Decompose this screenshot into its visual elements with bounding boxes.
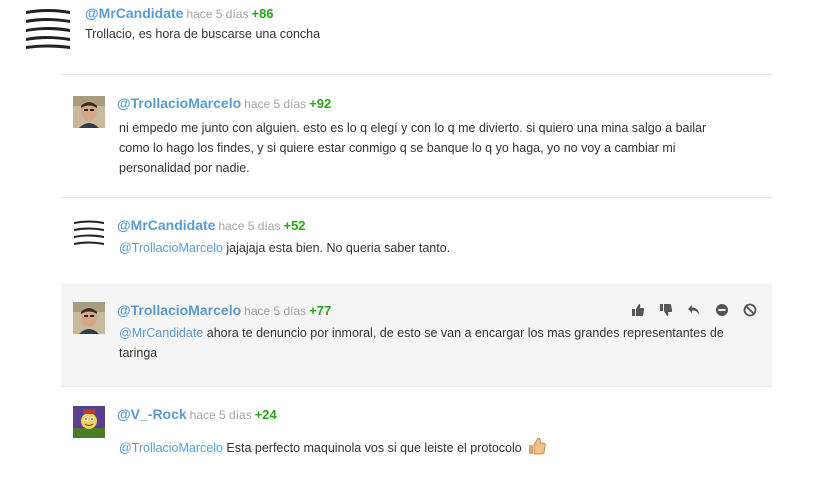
striped-logo-avatar-icon — [24, 5, 72, 51]
avatar[interactable] — [73, 96, 105, 128]
score-badge: +77 — [309, 303, 332, 318]
username-link[interactable]: @TrollacioMarcelo — [117, 95, 241, 111]
cartoon-avatar-icon — [73, 406, 105, 438]
comment-text: @TrollacioMarcelo Esta perfecto maquinol… — [119, 436, 759, 462]
username-link[interactable]: @V_-Rock — [117, 406, 187, 422]
score-badge: +52 — [283, 218, 306, 233]
comment-header: @MrCandidate hace 5 días +52 — [117, 217, 306, 234]
username-link[interactable]: @MrCandidate — [117, 217, 215, 233]
username-link[interactable]: @MrCandidate — [85, 5, 183, 21]
comment-item: @MrCandidate hace 5 días +86 Trollacio, es… — [0, 0, 839, 74]
comment-header: @V_-Rock hace 5 días +24 — [117, 406, 277, 423]
timestamp: hace 5 días — [244, 304, 307, 318]
user-photo-avatar-icon — [73, 302, 105, 334]
comment-text: Trollacio, es hora de buscarse una conch… — [85, 27, 321, 41]
comment-header: @TrollacioMarcelo hace 5 días +77 — [117, 302, 331, 319]
comment-text: @TrollacioMarcelo jajajaja esta bien. No… — [119, 238, 739, 258]
striped-logo-avatar-icon — [73, 218, 105, 250]
score-badge: +86 — [251, 6, 274, 21]
comment-header: @TrollacioMarcelo hace 5 días +92 — [117, 95, 331, 112]
timestamp: hace 5 días — [244, 97, 307, 111]
comment-text: @MrCandidate ahora te denuncio por inmor… — [119, 323, 749, 363]
avatar[interactable] — [73, 218, 105, 250]
mention-link[interactable]: @TrollacioMarcelo — [119, 441, 223, 455]
comment-item: @TrollacioMarcelo hace 5 días +92 ni emped… — [0, 75, 839, 197]
username-link[interactable]: @TrollacioMarcelo — [117, 302, 241, 318]
thumbs-up-emoji-icon — [527, 436, 547, 462]
comment-item: @V_-Rock hace 5 días +24 @TrollacioMarcelo… — [0, 387, 839, 477]
user-photo-avatar-icon — [73, 96, 105, 128]
avatar[interactable] — [73, 406, 105, 438]
comment-header: @MrCandidate hace 5 días +86 — [85, 5, 274, 22]
timestamp: hace 5 días — [186, 7, 249, 21]
thumbs-down-icon[interactable] — [659, 303, 673, 317]
avatar[interactable] — [24, 5, 72, 51]
timestamp: hace 5 días — [189, 408, 252, 422]
score-badge: +92 — [309, 96, 332, 111]
score-badge: +24 — [254, 407, 277, 422]
block-icon[interactable] — [743, 303, 757, 317]
timestamp: hace 5 días — [218, 219, 281, 233]
mention-link[interactable]: @TrollacioMarcelo — [119, 241, 223, 255]
minus-circle-icon[interactable] — [715, 303, 729, 317]
comment-item: @TrollacioMarcelo hace 5 días +77 @MrCandi… — [0, 283, 839, 386]
avatar[interactable] — [73, 302, 105, 334]
comment-item: @MrCandidate hace 5 días +52 @TrollacioMar… — [0, 198, 839, 282]
mention-link[interactable]: @MrCandidate — [119, 326, 203, 340]
comment-text: ni empedo me junto con alguien. esto es … — [119, 121, 707, 175]
thumbs-up-icon[interactable] — [631, 303, 645, 317]
comment-text-content: Esta perfecto maquinola vos si que leist… — [222, 441, 522, 455]
comment-text-content: ahora te denuncio por inmoral, de esto s… — [119, 326, 724, 360]
reply-icon[interactable] — [687, 303, 701, 317]
comment-actions — [631, 303, 757, 317]
comment-text-content: jajajaja esta bien. No queria saber tant… — [222, 241, 451, 255]
